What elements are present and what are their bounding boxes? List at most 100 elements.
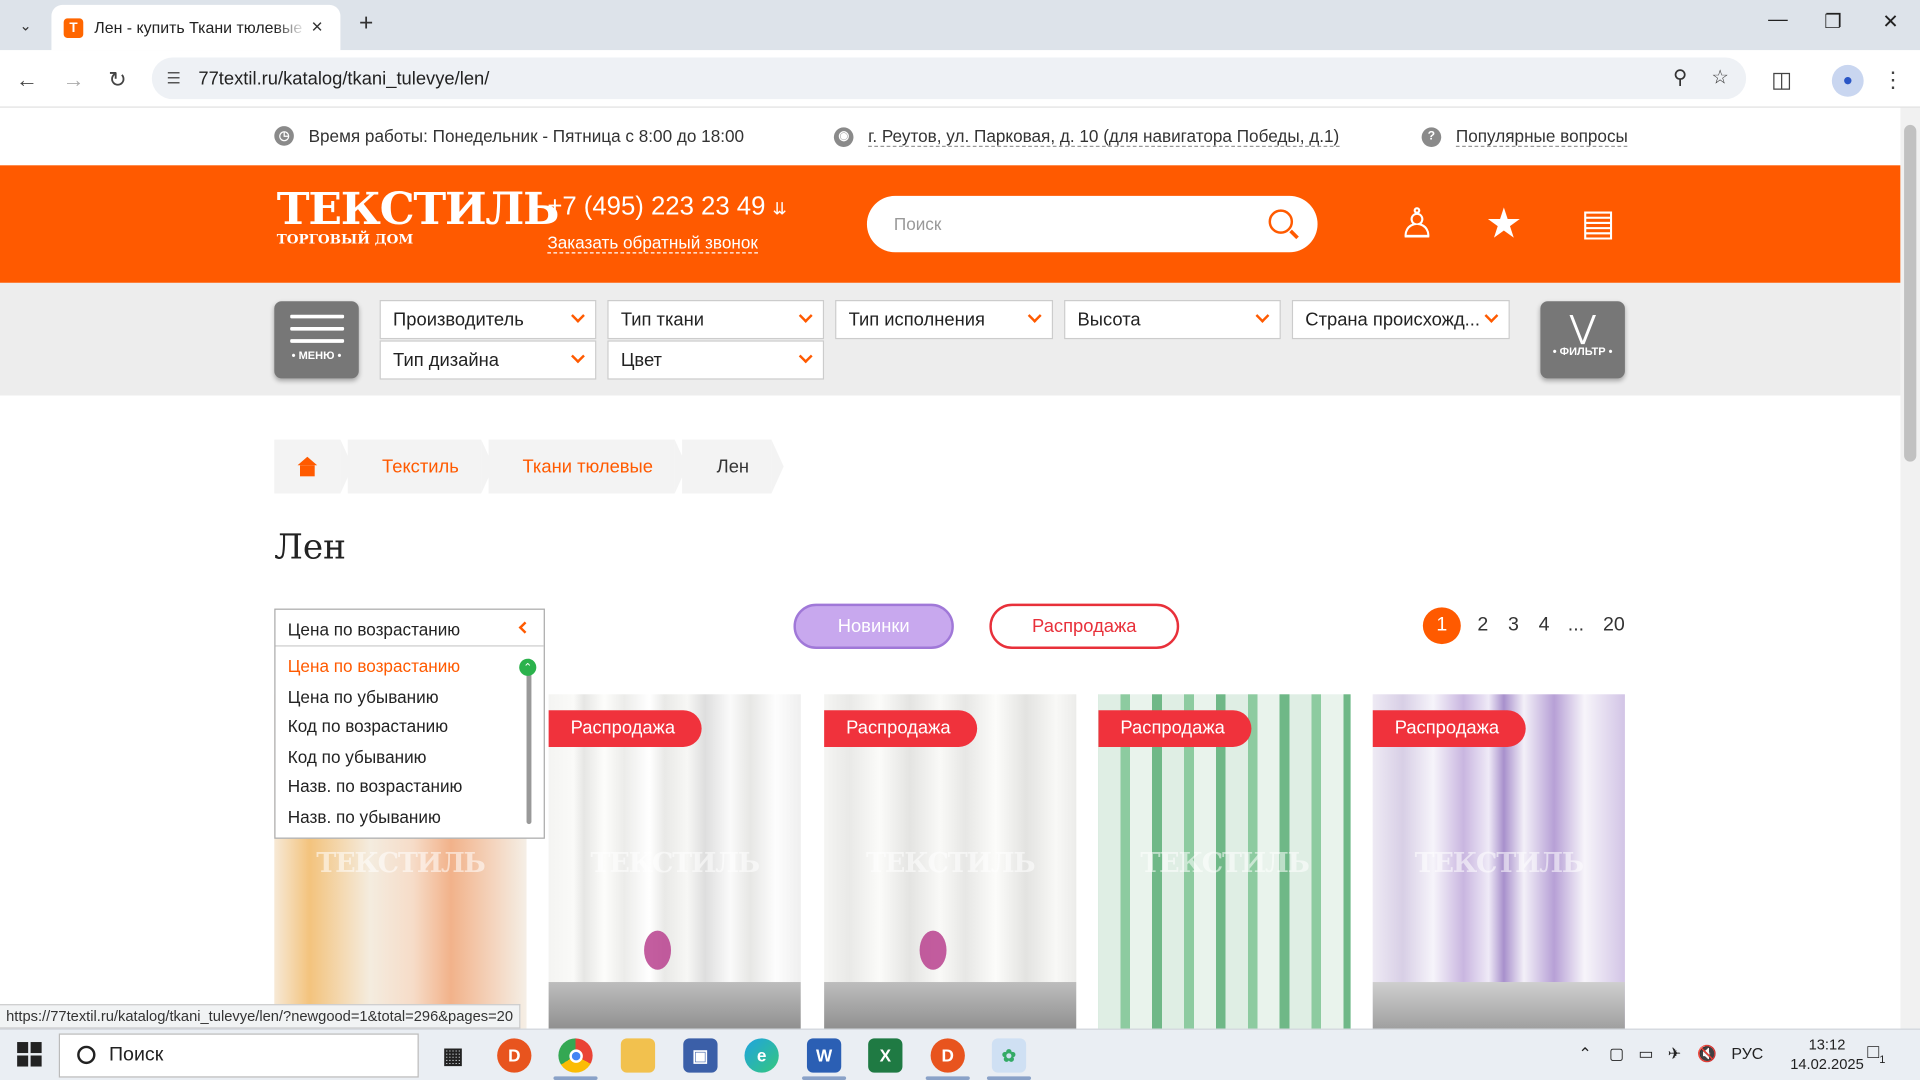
phone-chevron-icon[interactable]: ⇊: [773, 198, 787, 218]
sort-option[interactable]: Назв. по возрастанию: [276, 771, 544, 801]
notification-icon[interactable]: □1: [1867, 1042, 1885, 1065]
product-image-floor: [824, 982, 1077, 1032]
product-card[interactable]: Распродажа ТЕКСТИЛЬ: [1372, 694, 1625, 1032]
product-watermark: ТЕКСТИЛЬ: [1414, 847, 1585, 880]
search-input[interactable]: Поиск: [866, 195, 1318, 253]
save-disk-icon[interactable]: ▣: [683, 1038, 718, 1073]
tray-device-icon[interactable]: ▢: [1609, 1044, 1624, 1064]
product-card[interactable]: Распродажа ТЕКСТИЛЬ: [1098, 694, 1351, 1032]
excel-icon[interactable]: X: [868, 1038, 903, 1073]
browser-menu-icon[interactable]: ⋮: [1878, 65, 1907, 94]
site-info-icon[interactable]: ☰: [167, 69, 191, 89]
forward-icon[interactable]: →: [59, 65, 88, 94]
breadcrumb-current: Лен: [682, 439, 785, 494]
search-icon[interactable]: [1268, 209, 1294, 234]
sort-option[interactable]: Код по убыванию: [276, 741, 544, 771]
sort-dropdown[interactable]: Цена по возрастанию Цена по возрастанию …: [274, 608, 545, 839]
page-scroll-thumb[interactable]: [1904, 124, 1917, 462]
filter-fabric-type[interactable]: Тип ткани: [607, 300, 825, 340]
tab-search-chevron-icon[interactable]: ⌄: [10, 10, 42, 42]
reload-icon[interactable]: ↻: [103, 65, 132, 94]
site-favicon-icon: Т: [63, 17, 84, 38]
filter-manufacturer[interactable]: Производитель: [379, 300, 597, 340]
volume-muted-icon[interactable]: 🔇: [1697, 1044, 1717, 1064]
breadcrumb-item[interactable]: Ткани тюлевые: [488, 439, 687, 494]
user-icon[interactable]: ♙: [1398, 200, 1435, 249]
page-link[interactable]: 2: [1472, 607, 1494, 644]
sort-option[interactable]: Код по возрастанию: [276, 711, 544, 741]
new-tab-icon[interactable]: +: [353, 10, 380, 37]
filter-color[interactable]: Цвет: [607, 340, 825, 380]
product-image-floor: [1372, 982, 1625, 1032]
filter-execution-type[interactable]: Тип исполнения: [835, 300, 1054, 340]
filter-button-label: • ФИЛЬТР •: [1552, 345, 1613, 358]
product-watermark: ТЕКСТИЛЬ: [866, 847, 1036, 880]
word-icon[interactable]: W: [806, 1038, 842, 1073]
paint-icon[interactable]: ✿: [991, 1038, 1027, 1073]
breadcrumb-home[interactable]: [274, 439, 353, 494]
language-indicator[interactable]: РУС: [1731, 1044, 1763, 1062]
dropdown-scroll-thumb-icon[interactable]: ⌃: [519, 658, 537, 676]
favorites-star-icon[interactable]: ★: [1485, 200, 1522, 249]
search-placeholder: Поиск: [893, 214, 942, 234]
window-close-icon[interactable]: ✕: [1872, 10, 1909, 39]
product-card[interactable]: Распродажа ТЕКСТИЛЬ: [548, 694, 801, 1032]
sort-option[interactable]: Цена по возрастанию: [276, 651, 544, 681]
filter-country[interactable]: Страна происхожд...: [1291, 300, 1510, 340]
back-icon[interactable]: ←: [12, 65, 41, 94]
filter-label: Тип исполнения: [848, 309, 985, 331]
tab-close-icon[interactable]: ×: [306, 17, 328, 39]
cart-basket-icon[interactable]: ▤: [1581, 200, 1616, 249]
faq-info[interactable]: ? Популярные вопросы: [1421, 126, 1628, 147]
chrome-icon[interactable]: [558, 1038, 593, 1073]
new-items-button[interactable]: Новинки: [793, 603, 954, 649]
faq-link[interactable]: Популярные вопросы: [1455, 126, 1628, 147]
dropdown-scrollbar[interactable]: [526, 658, 532, 825]
page-link[interactable]: 4: [1533, 607, 1555, 644]
tray-chevron-icon[interactable]: ⌃: [1578, 1044, 1591, 1064]
restore-icon[interactable]: ❐: [1815, 10, 1852, 39]
product-card[interactable]: Распродажа ТЕКСТИЛЬ: [824, 694, 1077, 1032]
taskbar-search-input[interactable]: Поиск: [58, 1033, 419, 1078]
phone-number[interactable]: +7 (495) 223 23 49 ⇊: [547, 192, 787, 221]
clock-date: 14.02.2025: [1790, 1055, 1864, 1073]
sale-button[interactable]: Распродажа: [989, 603, 1180, 649]
filter-button[interactable]: ⋁ • ФИЛЬТР •: [1540, 301, 1625, 379]
url-text: 77textil.ru/katalog/tkani_tulevye/len/: [198, 67, 490, 89]
edge-icon[interactable]: e: [744, 1038, 779, 1073]
profile-avatar-icon[interactable]: ●: [1831, 64, 1864, 97]
duckduckgo-icon[interactable]: D: [497, 1038, 532, 1073]
duckduckgo-icon[interactable]: D: [930, 1038, 965, 1073]
filter-label: Цвет: [620, 349, 662, 371]
filter-height[interactable]: Высота: [1064, 300, 1281, 340]
sort-selected[interactable]: Цена по возрастанию: [275, 610, 544, 647]
extensions-icon[interactable]: ◫: [1767, 65, 1796, 94]
bookmark-star-icon[interactable]: ☆: [1711, 65, 1729, 89]
site-logo[interactable]: ТЕКСТИЛЬ ТОРГОВЫЙ ДОМ: [277, 185, 560, 261]
file-explorer-icon[interactable]: [620, 1038, 656, 1073]
minimize-icon[interactable]: —: [1760, 10, 1797, 39]
address-link[interactable]: г. Реутов, ул. Парковая, д. 10 (для нави…: [868, 126, 1340, 147]
product-image-detail: [919, 930, 947, 970]
callback-link[interactable]: Заказать обратный звонок: [547, 233, 758, 254]
page-scrollbar[interactable]: [1900, 107, 1920, 1029]
zoom-icon[interactable]: ⚲: [1673, 65, 1687, 89]
page-link[interactable]: 20: [1599, 607, 1628, 644]
airplane-icon[interactable]: ✈: [1668, 1044, 1681, 1064]
browser-tab[interactable]: Т Лен - купить Ткани тюлевые о ×: [51, 4, 341, 51]
page-ellipsis: ...: [1567, 614, 1585, 636]
windows-start-icon[interactable]: [17, 1042, 42, 1067]
task-view-icon[interactable]: ▦: [436, 1038, 470, 1072]
clock[interactable]: 13:12 14.02.2025: [1790, 1035, 1864, 1074]
url-bar[interactable]: ☰ 77textil.ru/katalog/tkani_tulevye/len/…: [151, 57, 1747, 100]
sort-option[interactable]: Цена по убыванию: [276, 681, 544, 711]
battery-icon[interactable]: ▭: [1638, 1044, 1653, 1064]
sort-option[interactable]: Назв. по убыванию: [276, 801, 544, 831]
browser-tab-bar: ⌄ Т Лен - купить Ткани тюлевые о × + — ❐…: [0, 0, 1920, 51]
filter-design-type[interactable]: Тип дизайна: [379, 340, 597, 380]
page-link[interactable]: 3: [1502, 607, 1524, 644]
breadcrumb-item[interactable]: Текстиль: [347, 439, 493, 494]
menu-button[interactable]: • МЕНЮ •: [274, 301, 359, 379]
page-link-current[interactable]: 1: [1422, 607, 1461, 645]
address-info[interactable]: ◉ г. Реутов, ул. Парковая, д. 10 (для на…: [833, 126, 1340, 147]
